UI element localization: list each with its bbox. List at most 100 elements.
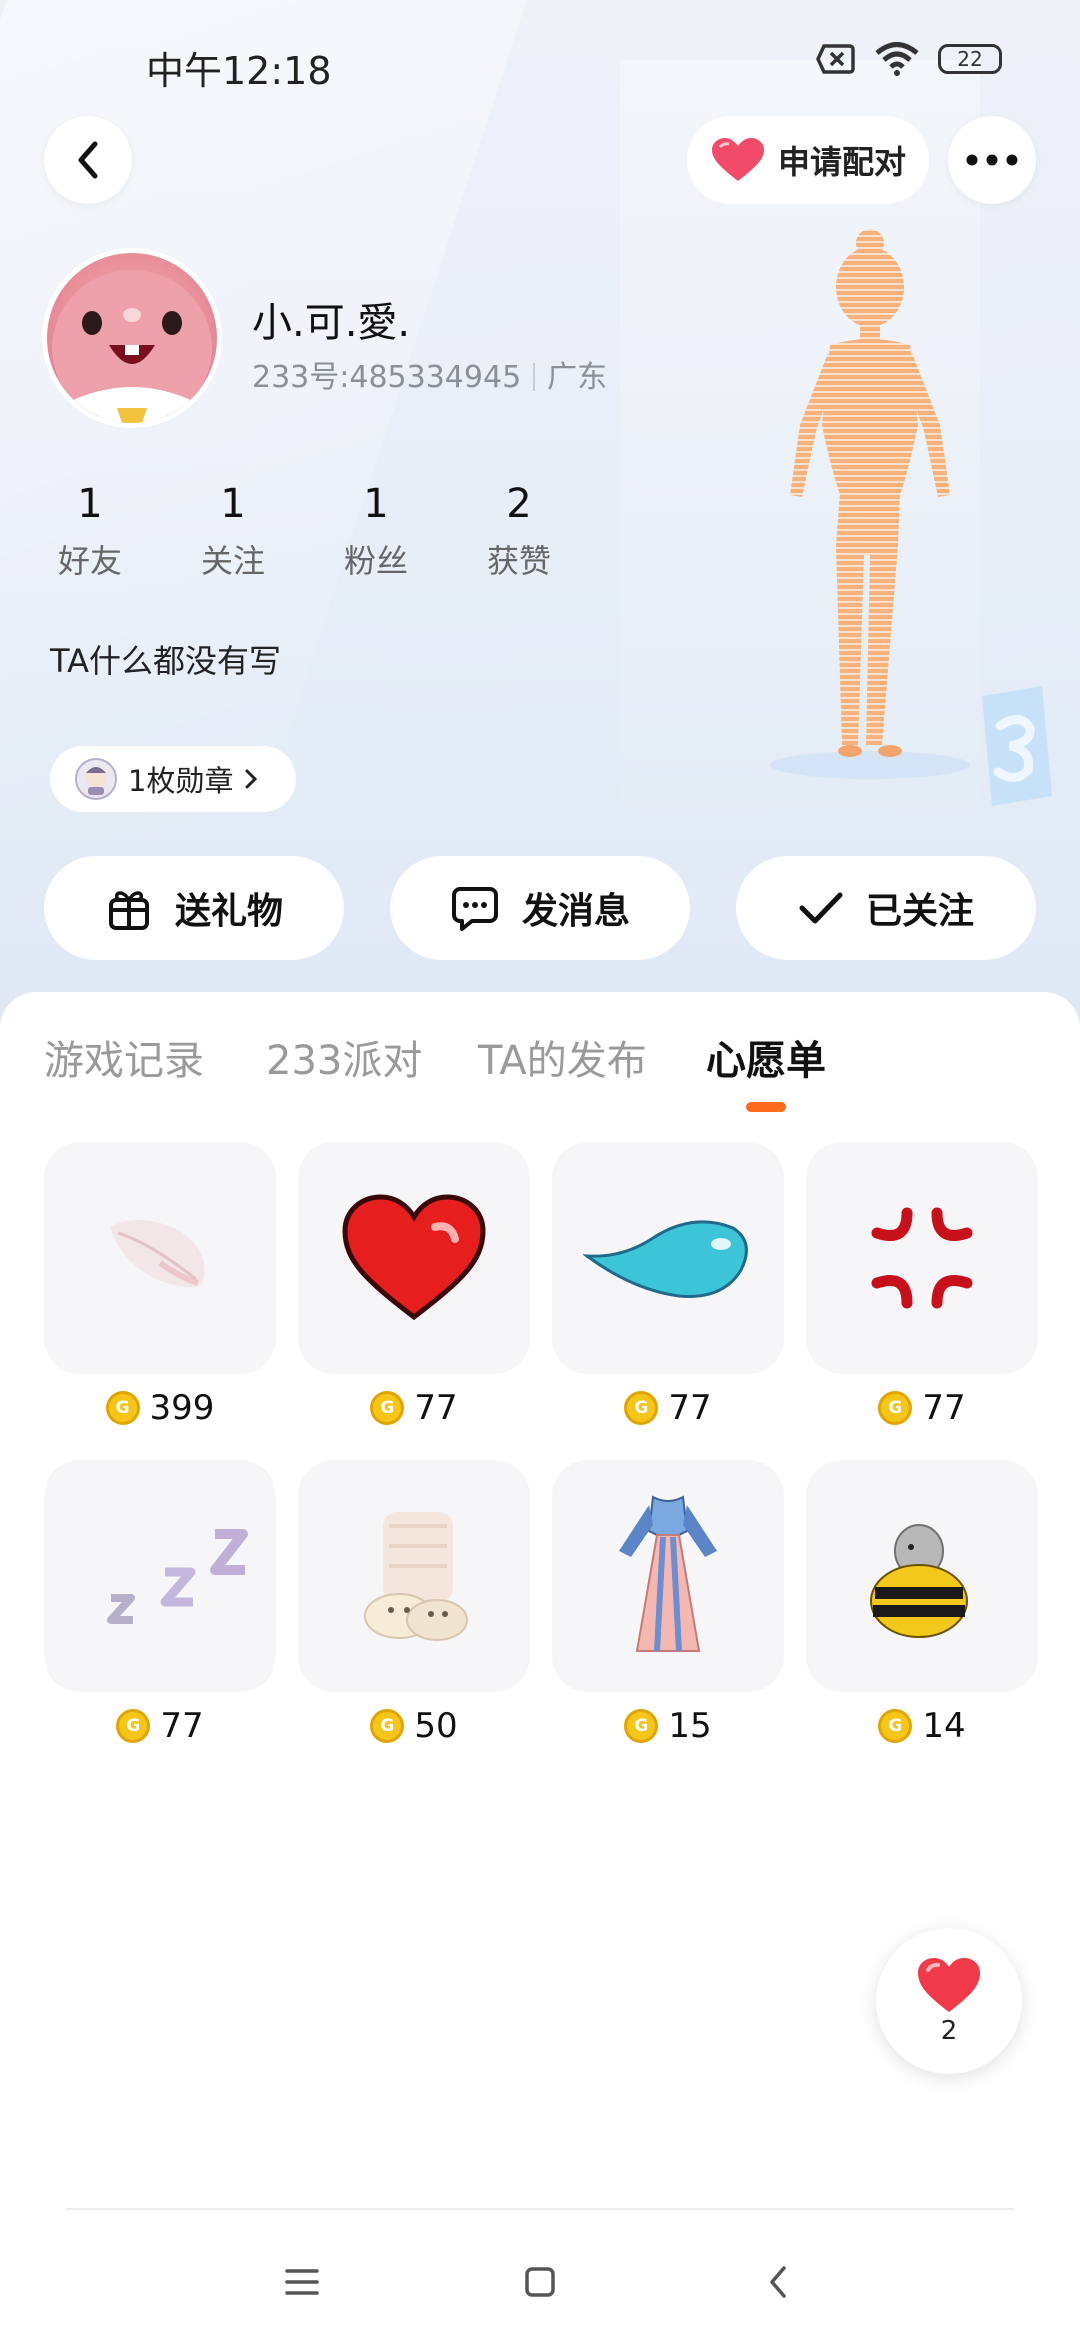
item-tile [806, 1142, 1038, 1374]
uid-location-row: 233号:485334945 广东 [252, 352, 607, 396]
feather-icon [110, 1219, 205, 1288]
price-value: 14 [922, 1706, 966, 1746]
status-time: 中午12:18 [146, 49, 332, 93]
item-tile [552, 1142, 784, 1374]
stat-number: 1 [363, 481, 389, 527]
wishlist-item[interactable]: G 77 [44, 1460, 276, 1746]
more-button[interactable] [948, 116, 1036, 204]
price-value: 77 [414, 1388, 458, 1428]
item-tile [298, 1460, 530, 1692]
avatar-character-image [52, 270, 212, 423]
item-price: G 14 [806, 1706, 1038, 1746]
price-value: 77 [668, 1388, 712, 1428]
zzz-icon [107, 1529, 248, 1624]
stat-likes[interactable]: 2 获赞 [459, 480, 579, 582]
nav-menu-button[interactable] [272, 2252, 332, 2312]
coin-icon: G [370, 1709, 405, 1743]
nav-back-button[interactable] [748, 2252, 808, 2312]
medal-button[interactable]: 1枚勋章 [50, 746, 296, 812]
more-dots-icon [966, 154, 1018, 166]
item-tile [298, 1142, 530, 1374]
wishlist-item[interactable]: G 77 [552, 1142, 784, 1428]
anger-icon [871, 1207, 973, 1309]
check-icon [799, 892, 843, 924]
avatar-3d-figure [770, 229, 970, 779]
coin-icon: G [116, 1709, 151, 1743]
medal-label: 1枚勋章 [128, 764, 234, 798]
request-pair-label: 申请配对 [777, 143, 906, 181]
nav-home-button[interactable] [510, 2252, 570, 2312]
stat-fans[interactable]: 1 粉丝 [316, 480, 436, 582]
item-price: G 50 [298, 1706, 530, 1746]
chevron-right-icon [245, 769, 258, 789]
back-button[interactable] [44, 116, 132, 204]
stat-label: 好友 [57, 542, 122, 580]
active-tab-indicator [746, 1102, 786, 1112]
bee-costume-icon [870, 1524, 968, 1638]
stat-label: 关注 [200, 542, 265, 580]
wishlist-item[interactable]: G 77 [298, 1142, 530, 1428]
price-value: 50 [414, 1706, 458, 1746]
like-fab-button[interactable]: 2 [876, 1928, 1022, 2074]
send-gift-label: 送礼物 [174, 891, 283, 932]
wishlist-item[interactable]: G 399 [44, 1142, 276, 1428]
wishlist-item[interactable]: G 15 [552, 1460, 784, 1746]
price-value: 77 [922, 1388, 966, 1428]
item-tile [44, 1460, 276, 1692]
item-tile [552, 1460, 784, 1692]
divider [66, 2208, 1014, 2210]
wishlist-item[interactable]: G 50 [298, 1460, 530, 1746]
tab-posts[interactable]: TA的发布 [478, 1028, 647, 1086]
menu-icon [285, 2269, 319, 2295]
battery-indicator: 22 [938, 44, 1002, 74]
item-price: G 77 [806, 1388, 1038, 1428]
avatar[interactable] [42, 248, 222, 428]
wifi-icon [875, 42, 919, 76]
divider [533, 363, 536, 391]
nickname: 小.可.愛. [252, 300, 411, 346]
bunny-slippers-icon [364, 1512, 468, 1641]
coin-icon: G [624, 1391, 659, 1425]
item-tile [806, 1460, 1038, 1692]
chevron-left-icon [770, 2266, 786, 2298]
item-price: G 399 [44, 1388, 276, 1428]
tab-wishlist[interactable]: 心愿单 [706, 1028, 826, 1086]
wishlist-item[interactable]: G 14 [806, 1460, 1038, 1746]
location: 广东 [547, 360, 608, 395]
send-gift-button[interactable]: 送礼物 [44, 856, 344, 960]
item-price: G 77 [44, 1706, 276, 1746]
stat-number: 1 [220, 481, 246, 527]
hanfu-dress-icon [619, 1495, 717, 1652]
price-value: 77 [160, 1706, 204, 1746]
chat-bubble-icon [451, 887, 498, 931]
status-icons: 22 [816, 42, 1002, 76]
item-price: G 77 [552, 1388, 784, 1428]
tab-game-records[interactable]: 游戏记录 [44, 1028, 204, 1086]
heart-icon [342, 1194, 486, 1321]
request-pair-button[interactable]: 申请配对 [687, 116, 929, 204]
item-price: G 77 [298, 1388, 530, 1428]
wishlist-item[interactable]: G 77 [806, 1142, 1038, 1428]
coin-icon: G [878, 1391, 913, 1425]
coin-icon: G [370, 1391, 405, 1425]
price-value: 399 [149, 1388, 215, 1428]
square-icon [525, 2267, 555, 2297]
chevron-left-icon [78, 141, 98, 179]
like-count: 2 [940, 2016, 958, 2046]
send-message-button[interactable]: 发消息 [390, 856, 690, 960]
item-price: G 15 [552, 1706, 784, 1746]
tab-233-party[interactable]: 233派对 [266, 1028, 422, 1086]
stat-label: 获赞 [486, 542, 551, 580]
stat-friends[interactable]: 1 好友 [30, 480, 150, 582]
price-value: 15 [668, 1706, 712, 1746]
heart-icon [918, 1958, 980, 2012]
send-message-label: 发消息 [521, 891, 630, 932]
user-id: 233号:485334945 [252, 360, 522, 395]
coin-icon: G [624, 1709, 659, 1743]
coin-icon: G [878, 1709, 913, 1743]
stat-following[interactable]: 1 关注 [173, 480, 293, 582]
gift-icon [108, 891, 149, 930]
stat-number: 1 [77, 481, 103, 527]
following-button[interactable]: 已关注 [736, 856, 1036, 960]
medal-badge-icon [75, 758, 117, 800]
